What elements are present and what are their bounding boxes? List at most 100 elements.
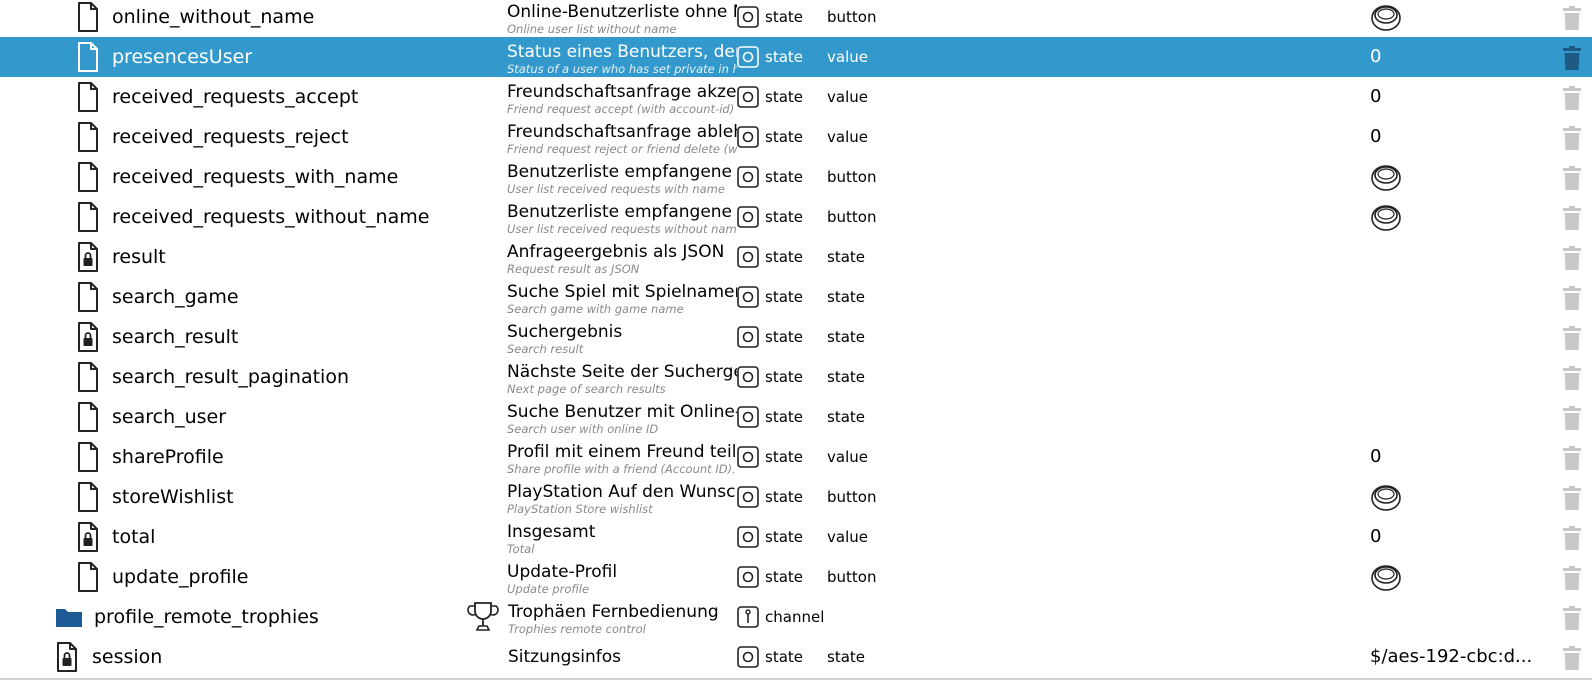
object-value[interactable]: 0 [1370,437,1381,477]
tree-row[interactable]: received_requests_with_name Benutzerliste… [0,157,1592,197]
description-text: Status eines Benutzers, der in [507,42,737,62]
description-text: Suche Benutzer mit Online-ID [507,402,737,422]
object-description: Suche Benutzer mit Online-ID Search user … [507,397,737,437]
description-subtitle: Share profile with a friend (Account ID)… [507,462,737,476]
tree-row[interactable]: session Sitzungsinfos state state $/aes-192-… [0,637,1592,677]
description-text: Anfrageergebnis als JSON [507,242,725,262]
state-icon [737,46,759,68]
object-type: state [765,528,803,546]
trash-icon[interactable] [1560,365,1584,391]
tree-row[interactable]: search_user Suche Benutzer mit Online-ID S… [0,397,1592,437]
state-icon [737,166,759,188]
object-role: state [827,288,865,306]
trash-icon[interactable] [1560,645,1584,671]
tree-row[interactable]: received_requests_without_name Benutzerli… [0,197,1592,237]
description-text: Freundschaftsanfrage akzeptieren [507,82,737,102]
trash-icon[interactable] [1560,525,1584,551]
object-value[interactable]: 0 [1370,77,1381,117]
file-icon [76,281,100,313]
object-value[interactable]: $/aes-192-cbc:d... [1370,637,1532,677]
folder-icon [55,601,83,633]
channel-icon [737,606,759,628]
trash-icon[interactable] [1560,85,1584,111]
object-type: state [765,328,803,346]
object-name: profile_remote_trophies [94,606,319,628]
trash-icon[interactable] [1560,565,1584,591]
trash-icon[interactable] [1560,205,1584,231]
object-value[interactable]: 0 [1370,517,1381,557]
trash-icon[interactable] [1560,165,1584,191]
description-subtitle: Trophies remote control [508,622,646,636]
object-type: state [765,288,803,306]
description-subtitle: Friend request accept (with account-id) [507,102,735,116]
description-subtitle: Online user list without name [507,22,677,36]
file-icon [76,361,100,393]
description-text: Trophäen Fernbedienung [508,602,719,622]
tree-row[interactable]: received_requests_accept Freundschaftsanf… [0,77,1592,117]
tree-row[interactable]: profile_remote_trophies Trophäen Fernbedi… [0,597,1592,637]
trash-icon[interactable] [1560,485,1584,511]
state-icon [737,566,759,588]
button-icon[interactable] [1370,161,1402,193]
button-icon[interactable] [1370,1,1402,33]
object-role: button [827,8,877,26]
tree-row[interactable]: update_profile Update-Profil Update profil… [0,557,1592,597]
trash-icon[interactable] [1560,605,1584,631]
state-icon [737,86,759,108]
button-icon[interactable] [1370,201,1402,233]
object-value[interactable]: 0 [1370,37,1381,77]
file-icon [76,441,100,473]
trash-icon[interactable] [1560,285,1584,311]
object-role: value [827,448,868,466]
object-role: button [827,208,877,226]
object-type: channel [765,608,825,626]
object-value[interactable]: 0 [1370,117,1381,157]
object-type: state [765,408,803,426]
locked-file-icon [76,321,100,353]
object-tree: online_without_name Online-Benutzerliste … [0,0,1592,677]
tree-row[interactable]: search_result_pagination Nächste Seite de… [0,357,1592,397]
tree-row[interactable]: online_without_name Online-Benutzerliste … [0,0,1592,37]
object-type: state [765,448,803,466]
description-text: Nächste Seite der Suchergebnisse [507,362,737,382]
description-subtitle: Search game with game name [507,302,684,316]
locked-file-icon [55,641,79,673]
description-text: Freundschaftsanfrage ablehnen [507,122,737,142]
bottom-divider [0,678,1592,680]
trash-icon[interactable] [1560,405,1584,431]
tree-row[interactable]: shareProfile Profil mit einem Freund teil… [0,437,1592,477]
tree-row[interactable]: received_requests_reject Freundschaftsanf… [0,117,1592,157]
trash-icon[interactable] [1560,125,1584,151]
trash-icon[interactable] [1560,5,1584,31]
file-icon [76,201,100,233]
trash-icon[interactable] [1560,325,1584,351]
object-description: Benutzerliste empfangene AnfragenUser li… [507,157,737,197]
state-icon [737,246,759,268]
description-subtitle: User list received requests with name [507,182,725,196]
object-type: state [765,208,803,226]
object-name: session [92,646,163,668]
object-name: shareProfile [112,446,224,468]
trash-icon[interactable] [1560,245,1584,271]
file-icon [76,561,100,593]
object-role: state [827,248,865,266]
tree-row[interactable]: presencesUser Status eines Benutzers, der… [0,37,1592,77]
tree-row[interactable]: total Insgesamt Total state value 0 [0,517,1592,557]
object-description: Insgesamt Total [507,517,737,557]
tree-row[interactable]: storeWishlist PlayStation Auf den Wunschz… [0,477,1592,517]
button-icon[interactable] [1370,481,1402,513]
object-description: PlayStation Auf den WunschzettelPlayStat… [507,477,737,517]
state-icon [737,446,759,468]
tree-row[interactable]: search_game Suche Spiel mit Spielnamen Sea… [0,277,1592,317]
state-icon [737,206,759,228]
object-role: state [827,368,865,386]
description-subtitle: User list received requests without name [507,222,737,236]
trash-icon[interactable] [1560,445,1584,471]
button-icon[interactable] [1370,561,1402,593]
tree-row[interactable]: result Anfrageergebnis als JSON Request re… [0,237,1592,277]
trash-icon[interactable] [1560,45,1584,71]
object-name: search_result [112,326,239,348]
object-description: Sitzungsinfos [508,637,738,677]
tree-row[interactable]: search_result Suchergebnis Search result st… [0,317,1592,357]
object-type: state [765,48,803,66]
